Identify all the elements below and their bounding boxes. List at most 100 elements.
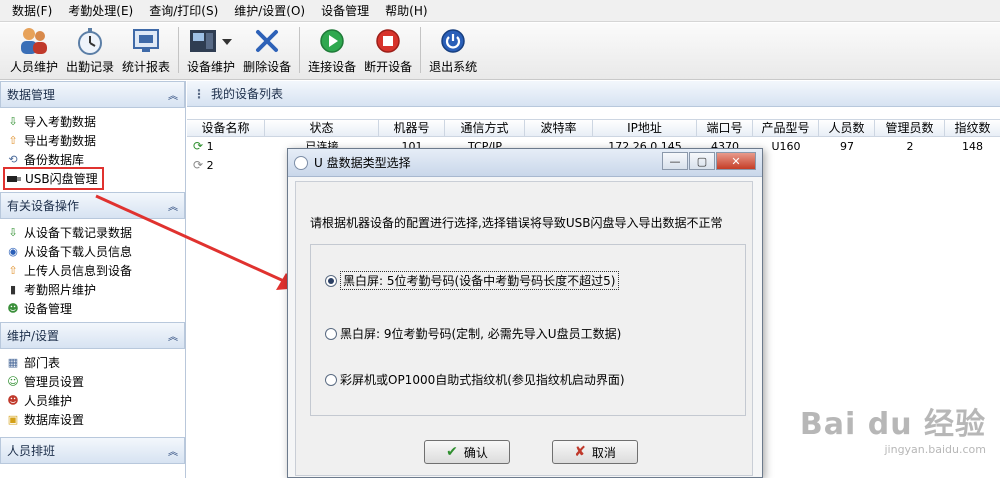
radio-selected[interactable] <box>325 274 337 287</box>
grip-icon: ⋮ <box>193 86 205 101</box>
confirm-label: 确认 <box>463 445 488 460</box>
delete-device-button[interactable]: 删除设备 <box>239 25 295 79</box>
device-icon <box>188 25 234 56</box>
menu-query-print[interactable]: 查询/打印(S) <box>141 0 226 22</box>
panel-title: 人员排班 <box>7 444 56 458</box>
dialog-prompt: 请根据机器设备的配置进行选择,选择错误将导致USB闪盘导入导出数据不正常 <box>310 216 723 230</box>
sidebar-item-database-settings[interactable]: ▣ 数据库设置 <box>6 410 185 429</box>
menu-attendance[interactable]: 考勤处理(E) <box>60 0 141 22</box>
connect-device-button[interactable]: 连接设备 <box>304 25 360 79</box>
menu-maintenance[interactable]: 维护/设置(O) <box>226 0 313 22</box>
option-label: 彩屏机或OP1000自助式指纹机(参见指纹机启动界面) <box>340 373 625 387</box>
chevron-up-icon[interactable]: ︽ <box>168 87 178 102</box>
sidebar-item-label: 从设备下载记录数据 <box>24 226 133 240</box>
watermark-main: Bai du 经验 <box>799 407 986 442</box>
column-header[interactable]: 状态 <box>265 120 379 136</box>
option-bw-9digit[interactable]: 黑白屏: 9位考勤号码(定制, 必需先导入U盘员工数据) <box>325 325 621 342</box>
column-header[interactable]: 指纹数 <box>945 120 1000 136</box>
sidebar-item-department[interactable]: ▦ 部门表 <box>6 353 185 372</box>
close-button[interactable]: ✕ <box>716 152 756 170</box>
panel-header-data-management[interactable]: 数据管理 ︽ <box>0 81 185 108</box>
toolbar-separator <box>420 27 422 73</box>
column-header[interactable]: 设备名称 <box>187 120 265 136</box>
radio-unselected[interactable] <box>325 327 337 340</box>
panel-title: 维护/设置 <box>7 329 60 343</box>
arrow-down-icon: ⇩ <box>8 115 18 128</box>
sidebar-item-export-attendance[interactable]: ⇧ 导出考勤数据 <box>6 131 185 150</box>
panel-header-maintenance[interactable]: 维护/设置 ︽ <box>0 322 185 349</box>
sidebar-item-staff-maintenance[interactable]: ☻ 人员维护 <box>6 391 185 410</box>
sidebar-item-download-staff[interactable]: ◉ 从设备下载人员信息 <box>6 242 185 261</box>
panel-list-device-operations: ⇩ 从设备下载记录数据 ◉ 从设备下载人员信息 ⇧ 上传人员信息到设备 ▮ 考勤… <box>0 219 185 322</box>
device-name-cell: ⟳ 1 <box>187 137 265 156</box>
admin-icon: ☺ <box>7 375 19 388</box>
chevron-up-icon[interactable]: ︽ <box>168 328 178 343</box>
chevron-up-icon[interactable]: ︽ <box>168 443 178 458</box>
sidebar-item-label: USB闪盘管理 <box>25 172 98 186</box>
exit-system-button[interactable]: 退出系统 <box>425 25 481 79</box>
minimize-button[interactable]: — <box>662 152 688 170</box>
option-label: 黑白屏: 5位考勤号码(设备中考勤号码长度不超过5) <box>340 271 619 290</box>
sidebar-item-import-attendance[interactable]: ⇩ 导入考勤数据 <box>6 112 185 131</box>
column-header[interactable]: 人员数 <box>819 120 875 136</box>
option-bw-5digit[interactable]: 黑白屏: 5位考勤号码(设备中考勤号码长度不超过5) <box>325 271 619 290</box>
confirm-button[interactable]: ✔ 确认 <box>424 440 510 464</box>
statistics-report-label: 统计报表 <box>122 60 171 74</box>
menu-device[interactable]: 设备管理 <box>313 0 377 22</box>
disconnect-device-button[interactable]: 断开设备 <box>360 25 416 79</box>
column-header[interactable]: 产品型号 <box>753 120 819 136</box>
panel-title: 数据管理 <box>7 88 56 102</box>
people-icon: ☻ <box>7 394 19 407</box>
statistics-report-button[interactable]: 统计报表 <box>118 25 174 79</box>
radio-unselected[interactable] <box>325 373 337 386</box>
sidebar-item-label: 从设备下载人员信息 <box>24 245 133 259</box>
menu-data[interactable]: 数据(F) <box>4 0 60 22</box>
main-title: 我的设备列表 <box>211 87 284 101</box>
delete-device-label: 删除设备 <box>243 60 292 74</box>
close-icon: ✕ <box>731 154 741 168</box>
radio-dot-icon <box>328 277 334 284</box>
attendance-records-button[interactable]: 出勤记录 <box>62 25 118 79</box>
backup-icon: ⟲ <box>8 153 18 166</box>
sidebar-item-usb-drive-management[interactable]: USB闪盘管理 <box>3 167 185 190</box>
column-header[interactable]: IP地址 <box>593 120 697 136</box>
sidebar-item-label: 部门表 <box>24 356 61 370</box>
option-color-screen[interactable]: 彩屏机或OP1000自助式指纹机(参见指纹机启动界面) <box>325 371 625 388</box>
sidebar-item-photo-maintenance[interactable]: ▮ 考勤照片维护 <box>6 280 185 299</box>
column-header[interactable]: 管理员数 <box>875 120 945 136</box>
menu-bar: 数据(F) 考勤处理(E) 查询/打印(S) 维护/设置(O) 设备管理 帮助(… <box>0 0 1000 22</box>
arrow-down-icon: ⇩ <box>8 226 18 239</box>
highlight-box: USB闪盘管理 <box>3 167 104 190</box>
info-icon: ◉ <box>8 245 18 258</box>
sidebar-item-upload-staff[interactable]: ⇧ 上传人员信息到设备 <box>6 261 185 280</box>
column-header[interactable]: 通信方式 <box>445 120 525 136</box>
maximize-button[interactable]: ▢ <box>689 152 715 170</box>
usb-icon <box>7 172 21 186</box>
sidebar-item-device-management[interactable]: ☻ 设备管理 <box>6 299 185 318</box>
watermark-sub: jingyan.baidu.com <box>884 443 986 456</box>
column-header[interactable]: 机器号 <box>379 120 445 136</box>
column-header[interactable]: 波特率 <box>525 120 593 136</box>
sidebar-item-download-records[interactable]: ⇩ 从设备下载记录数据 <box>6 223 185 242</box>
panel-header-scheduling[interactable]: 人员排班 ︽ <box>0 437 185 464</box>
dialog-title-bar[interactable]: U 盘数据类型选择 — ▢ ✕ <box>288 149 762 177</box>
disconnect-device-label: 断开设备 <box>364 60 413 74</box>
cancel-x-icon: ✘ <box>574 444 586 460</box>
chevron-up-icon[interactable]: ︽ <box>168 198 178 213</box>
sidebar-item-label: 上传人员信息到设备 <box>24 264 133 278</box>
people-icon: ☻ <box>7 302 19 315</box>
device-maintenance-button[interactable]: 设备维护 <box>183 25 239 79</box>
attendance-records-label: 出勤记录 <box>66 60 115 74</box>
staff-maintenance-button[interactable]: 人员维护 <box>6 25 62 79</box>
sidebar-item-label: 考勤照片维护 <box>24 283 97 297</box>
power-icon <box>437 25 469 56</box>
column-header[interactable]: 端口号 <box>697 120 753 136</box>
panel-list-data-management: ⇩ 导入考勤数据 ⇧ 导出考勤数据 ⟲ 备份数据库 USB闪盘管理 <box>0 108 185 192</box>
department-icon: ▦ <box>7 356 19 369</box>
cancel-button[interactable]: ✘ 取消 <box>552 440 638 464</box>
menu-help[interactable]: 帮助(H) <box>377 0 435 22</box>
sidebar-item-admin-settings[interactable]: ☺ 管理员设置 <box>6 372 185 391</box>
sidebar-item-label: 设备管理 <box>24 302 73 316</box>
sidebar-item-label: 人员维护 <box>24 394 73 408</box>
panel-header-device-operations[interactable]: 有关设备操作 ︽ <box>0 192 185 219</box>
